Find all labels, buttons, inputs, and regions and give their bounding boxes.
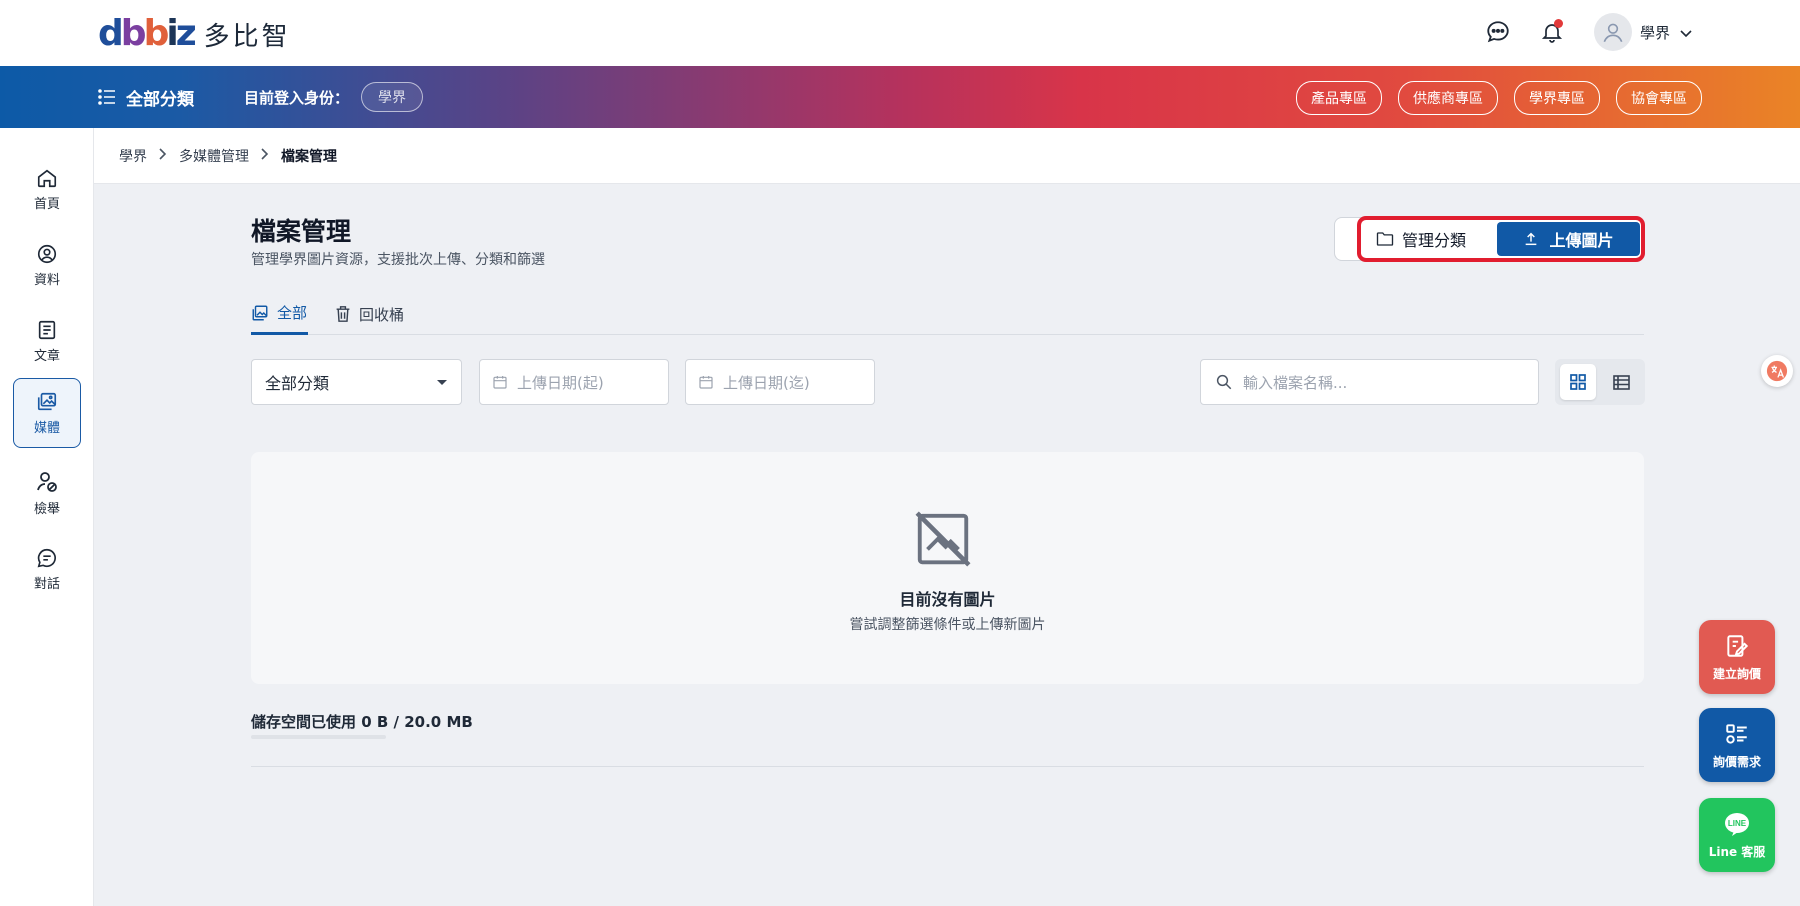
svg-text:LINE: LINE — [1728, 819, 1747, 828]
category-band: 全部分類 目前登入身份： 學界 產品專區 供應商專區 學界專區 協會專區 — [0, 66, 1800, 128]
upload-image-label: 上傳圖片 — [1549, 231, 1614, 250]
sidebar-item-label: 對話 — [33, 576, 60, 592]
page-subtitle: 管理學界圖片資源，支援批次上傳、分類和篩選 — [251, 252, 545, 268]
grid-icon — [1570, 374, 1586, 390]
folder-icon — [1376, 232, 1394, 246]
home-icon — [37, 169, 57, 187]
page-title: 檔案管理 — [251, 217, 352, 246]
create-quote-label: 建立詢價 — [1712, 666, 1761, 681]
sidebar-item-profile[interactable]: 資料 — [13, 230, 81, 300]
user-circle-icon — [37, 244, 57, 263]
zone-products-button[interactable]: 產品專區 — [1296, 81, 1382, 115]
quote-demand-label: 詢價需求 — [1712, 754, 1761, 769]
band-left: 全部分類 目前登入身份： 學界 — [98, 66, 424, 128]
zone-associations-button[interactable]: 協會專區 — [1616, 81, 1702, 115]
sidebar-item-articles[interactable]: 文章 — [13, 306, 81, 376]
sidebar-item-chat[interactable]: 對話 — [13, 534, 81, 604]
empty-state-subtitle: 嘗試調整篩選條件或上傳新圖片 — [849, 617, 1046, 633]
grid-view-button[interactable] — [1560, 364, 1596, 400]
caret-down-icon — [437, 380, 447, 385]
notification-bell-icon[interactable] — [1532, 12, 1572, 52]
breadcrumb: 學界 多媒體管理 檔案管理 — [94, 128, 1800, 184]
search-input[interactable]: 輸入檔案名稱... — [1200, 359, 1539, 405]
report-icon — [37, 471, 57, 492]
line-support-label: Line 客服 — [1708, 844, 1766, 859]
upload-image-button[interactable]: 上傳圖片 — [1497, 222, 1640, 256]
category-select[interactable]: 全部分類 — [251, 359, 462, 405]
media-icon — [37, 392, 57, 410]
all-categories-button[interactable]: 全部分類 — [98, 85, 194, 110]
tab-trash-label: 回收桶 — [359, 305, 405, 324]
quote-demand-button[interactable]: 詢價需求 — [1699, 708, 1775, 782]
messages-icon[interactable] — [1478, 12, 1518, 52]
calendar-icon — [493, 376, 507, 389]
category-select-value: 全部分類 — [265, 374, 330, 393]
sidebar-item-label: 文章 — [33, 348, 60, 364]
table-list-icon — [1612, 374, 1630, 390]
header-actions: 學界 — [1464, 12, 1692, 52]
edit-note-icon — [1727, 634, 1749, 657]
empty-state-title: 目前沒有圖片 — [899, 590, 996, 609]
logo-text: 多比智 — [203, 21, 291, 52]
create-quote-button[interactable]: 建立詢價 — [1699, 620, 1775, 694]
user-name[interactable]: 學界 — [1640, 22, 1670, 43]
article-icon — [38, 320, 56, 339]
zone-links: 產品專區 供應商專區 學界專區 協會專區 — [1280, 81, 1702, 115]
list-view-button[interactable] — [1603, 364, 1639, 400]
storage-progress-bar — [251, 735, 386, 739]
sidebar-item-label: 資料 — [33, 272, 60, 288]
logo-mark: dbbiz — [98, 13, 197, 54]
chevron-down-icon[interactable] — [1680, 23, 1692, 42]
no-image-icon — [912, 508, 974, 574]
date-end-input[interactable]: 上傳日期(迄) — [685, 359, 875, 405]
login-as-label: 目前登入身份： — [244, 88, 350, 107]
all-categories-label: 全部分類 — [126, 89, 194, 110]
sidebar-item-report[interactable]: 檢舉 — [13, 458, 81, 528]
calendar-icon — [699, 376, 713, 389]
sidebar-item-label: 首頁 — [33, 196, 60, 212]
sidebar-item-home[interactable]: 首頁 — [13, 154, 81, 224]
tabs: 全部 回收桶 — [251, 293, 1644, 335]
list-icon — [98, 89, 115, 105]
notification-dot — [1553, 19, 1563, 28]
translate-icon[interactable] — [1761, 355, 1793, 387]
chat-icon — [37, 548, 56, 567]
sidebar: 首頁 資料 文章 媒體 檢舉 對話 — [0, 128, 94, 906]
sidebar-item-label: 媒體 — [33, 420, 60, 436]
image-stack-icon — [252, 305, 268, 320]
search-icon — [1216, 374, 1232, 390]
chevron-right-icon — [159, 147, 167, 164]
divider — [251, 766, 1644, 767]
manage-categories-button[interactable]: 管理分類 — [1361, 222, 1481, 256]
breadcrumb-item[interactable]: 學界 — [119, 146, 147, 166]
top-header: dbbiz 多比智 學界 — [0, 0, 1800, 66]
tab-trash[interactable]: 回收桶 — [335, 293, 404, 335]
upload-icon — [1526, 232, 1537, 246]
zone-suppliers-button[interactable]: 供應商專區 — [1398, 81, 1498, 115]
sidebar-item-label: 檢舉 — [33, 501, 60, 517]
trash-icon — [336, 306, 350, 322]
storage-usage-label: 儲存空間已使用 0 B / 20.0 MB — [251, 713, 473, 731]
logo[interactable]: dbbiz 多比智 — [98, 14, 291, 54]
checklist-icon — [1726, 723, 1747, 744]
view-toggle — [1555, 359, 1645, 405]
chevron-right-icon — [261, 147, 269, 164]
manage-categories-label: 管理分類 — [1401, 231, 1466, 250]
date-start-input[interactable]: 上傳日期(起) — [479, 359, 669, 405]
sidebar-item-media[interactable]: 媒體 — [13, 378, 81, 448]
role-badge: 學界 — [361, 82, 424, 112]
line-icon: LINE — [1725, 812, 1749, 836]
tab-all-label: 全部 — [277, 304, 308, 322]
search-placeholder: 輸入檔案名稱... — [1243, 373, 1348, 392]
breadcrumb-item[interactable]: 多媒體管理 — [179, 146, 249, 166]
date-end-placeholder: 上傳日期(迄) — [723, 373, 810, 392]
breadcrumb-current: 檔案管理 — [281, 148, 337, 165]
date-start-placeholder: 上傳日期(起) — [517, 373, 604, 392]
line-support-button[interactable]: LINE Line 客服 — [1699, 798, 1775, 872]
avatar[interactable] — [1593, 13, 1632, 51]
tab-all[interactable]: 全部 — [251, 293, 308, 335]
zone-academia-button[interactable]: 學界專區 — [1514, 81, 1600, 115]
